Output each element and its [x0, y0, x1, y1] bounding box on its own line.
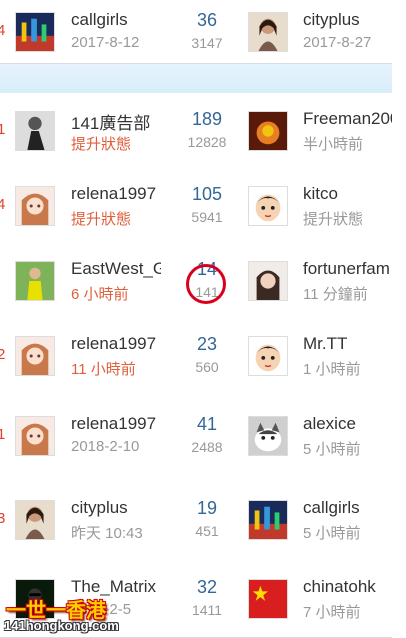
right-username[interactable]: Freeman200	[303, 109, 392, 129]
night-city-avatar[interactable]	[248, 500, 288, 540]
anime-girl-avatar[interactable]	[15, 416, 55, 456]
view-count: 5941	[191, 209, 223, 225]
right-username[interactable]: alexice	[303, 414, 392, 434]
night-city-avatar[interactable]	[15, 12, 55, 52]
section-divider-band	[0, 63, 392, 94]
left-username[interactable]: callgirls	[71, 10, 161, 30]
right-status: 11 分鐘前	[303, 286, 368, 303]
leaderboard-row: 1 141廣告部提升狀態 189 12828 Freeman200 半小時前	[0, 93, 392, 169]
rank-mark: 3	[0, 510, 6, 527]
green-outfit-avatar[interactable]	[15, 261, 55, 301]
rank-mark: 4	[0, 196, 6, 213]
cartoon-boy-avatar[interactable]	[248, 336, 288, 376]
leaderboard-row: 4 relena1997 提升狀態 105 5941 kitco 提升狀態	[0, 168, 392, 244]
cartoon-boy-avatar[interactable]	[248, 186, 288, 226]
topic-count[interactable]: 41	[177, 414, 237, 435]
view-count: 1411	[191, 602, 223, 618]
leaderboard-row: 1 relena1997 2018-2-10 41 2488 alexice 5 小時前	[0, 393, 392, 479]
left-status: 昨天 10:43	[71, 525, 143, 542]
right-username[interactable]: Mr.TT	[303, 334, 392, 354]
topic-count[interactable]: 32	[177, 577, 237, 598]
right-status: 5 小時前	[303, 441, 361, 458]
woman-portrait-avatar[interactable]	[248, 261, 288, 301]
view-count: 560	[195, 359, 219, 375]
topic-count[interactable]: 105	[177, 184, 237, 205]
cat-avatar[interactable]	[248, 416, 288, 456]
rank-mark: 4	[0, 22, 6, 39]
leaderboard-row: 3 cityplus 昨天 10:43 19 451 callgirls 5 小時前	[0, 478, 392, 562]
left-status: 提升狀態	[71, 211, 132, 228]
view-count: 2488	[191, 439, 223, 455]
left-status: 6 小時前	[71, 286, 129, 303]
rank-mark: 2	[0, 346, 6, 363]
left-status: 2017-8-12	[71, 34, 140, 51]
left-username[interactable]: cityplus	[71, 498, 161, 518]
woman-photo-avatar[interactable]	[15, 500, 55, 540]
left-username[interactable]: 141廣告部	[71, 109, 161, 134]
left-username[interactable]: relena1997	[71, 414, 161, 434]
site-watermark-logo: 一世一香港 141hongkong.com	[0, 592, 132, 637]
left-status: 11 小時前	[71, 361, 136, 378]
right-status: 1 小時前	[303, 361, 361, 378]
flag-avatar[interactable]	[248, 579, 288, 619]
left-username[interactable]: relena1997	[71, 184, 161, 204]
view-count: 12828	[187, 134, 227, 150]
topic-count[interactable]: 23	[177, 334, 237, 355]
right-username[interactable]: callgirls	[303, 498, 392, 518]
anime-girl-avatar[interactable]	[15, 186, 55, 226]
left-username[interactable]: relena1997	[71, 334, 161, 354]
bw-woman-avatar[interactable]	[15, 111, 55, 151]
view-count: 451	[195, 523, 219, 539]
left-username[interactable]: EastWest_G	[71, 259, 161, 279]
left-status: 提升狀態	[71, 136, 132, 153]
right-status: 5 小時前	[303, 525, 361, 542]
topic-count[interactable]: 189	[177, 109, 237, 130]
right-username[interactable]: cityplus	[303, 10, 392, 30]
fire-game-avatar[interactable]	[248, 111, 288, 151]
leaderboard-row: 4 callgirls 2017-8-12 36 3147 cityplus 2017-8-…	[0, 0, 392, 64]
right-username[interactable]: fortunerfam	[303, 259, 392, 279]
rank-mark: 1	[0, 426, 6, 443]
right-username[interactable]: chinatohk	[303, 577, 392, 597]
leaderboard-row: 2 relena1997 11 小時前 23 560 Mr.TT 1 小時前	[0, 318, 392, 394]
right-status: 提升狀態	[303, 211, 364, 228]
highlight-circle-annotation	[186, 264, 226, 304]
watermark-url: 141hongkong.com	[4, 618, 119, 633]
view-count: 3147	[191, 35, 223, 51]
right-username[interactable]: kitco	[303, 184, 392, 204]
anime-girl-avatar[interactable]	[15, 336, 55, 376]
left-status: 2018-2-10	[71, 438, 140, 455]
right-status: 半小時前	[303, 136, 364, 153]
right-status: 7 小時前	[303, 604, 361, 621]
topic-count[interactable]: 19	[177, 498, 237, 519]
rank-mark: 1	[0, 121, 6, 138]
right-status: 2017-8-27	[303, 34, 372, 51]
woman-photo-avatar[interactable]	[248, 12, 288, 52]
topic-count[interactable]: 36	[177, 10, 237, 31]
